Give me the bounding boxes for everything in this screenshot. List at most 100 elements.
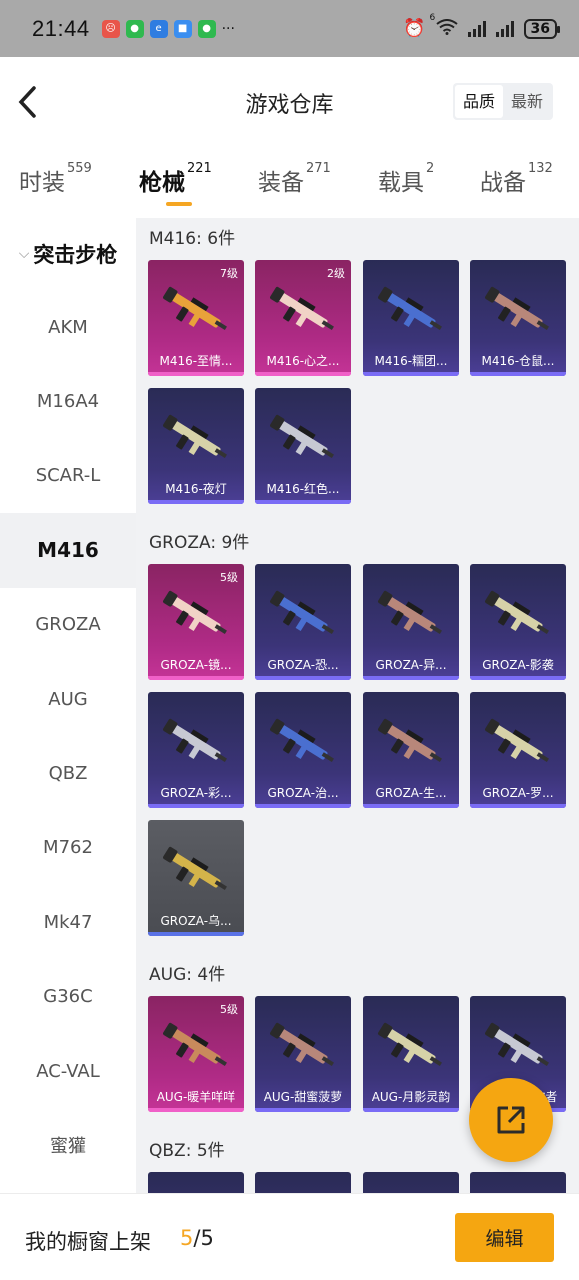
skin-card[interactable]: [363, 1172, 459, 1193]
skin-name: GROZA-治...: [267, 786, 339, 800]
weapon-icon: [270, 1022, 334, 1067]
skin-name: GROZA-乌...: [160, 914, 232, 928]
rarity-strip: [470, 676, 566, 680]
sidebar-item-honey-badger[interactable]: 蜜獾: [0, 1108, 136, 1182]
tab-label: 载具: [378, 170, 424, 196]
sidebar-item-m762[interactable]: M762: [0, 811, 136, 885]
header: 游戏仓库 品质 最新: [0, 57, 579, 149]
tab-count: 559: [67, 161, 92, 176]
sort-newest-button[interactable]: 最新: [503, 85, 551, 118]
skin-card[interactable]: AUG-甜蜜菠萝: [255, 996, 351, 1112]
skin-card[interactable]: GROZA-生...: [363, 692, 459, 808]
weapon-icon: [270, 414, 334, 459]
skin-name: M416-红色...: [266, 482, 340, 496]
skin-name: M416-夜灯: [165, 482, 227, 496]
tab-count: 221: [187, 161, 212, 176]
sidebar-item-groza[interactable]: GROZA: [0, 588, 136, 662]
skin-name: GROZA-彩...: [160, 786, 232, 800]
weapon-icon: [485, 718, 549, 763]
weapon-icon: [485, 286, 549, 331]
weapon-icon: [485, 590, 549, 635]
skin-card[interactable]: GROZA-乌...: [148, 820, 244, 936]
sidebar-item-m416[interactable]: M416: [0, 513, 136, 588]
weapon-icon: [163, 718, 227, 763]
skin-card[interactable]: M416-夜灯: [148, 388, 244, 504]
weapon-icon: [163, 846, 227, 891]
rarity-strip: [148, 1108, 244, 1112]
category-tabs: 时装559 枪械221 装备271 载具2 战备132: [0, 149, 579, 218]
rarity-strip: [255, 1108, 351, 1112]
signal-icon: [495, 20, 514, 37]
weapon-icon: [270, 718, 334, 763]
skin-card[interactable]: [255, 1172, 351, 1193]
rarity-strip: [363, 676, 459, 680]
tab-fashion[interactable]: 时装559: [19, 161, 92, 197]
sidebar-item-akm[interactable]: AKM: [0, 290, 136, 364]
rarity-strip: [363, 1108, 459, 1112]
skin-name: GROZA-恐...: [267, 658, 339, 672]
skin-name: M416-至情...: [159, 354, 233, 368]
skin-card[interactable]: GROZA-彩...: [148, 692, 244, 808]
group-title: AUG: 4件: [149, 965, 226, 985]
rarity-strip: [363, 804, 459, 808]
skin-card[interactable]: M416-红色...: [255, 388, 351, 504]
tab-count: 2: [426, 161, 435, 176]
tab-weapons[interactable]: 枪械221: [139, 161, 212, 197]
sort-quality-button[interactable]: 品质: [454, 85, 503, 118]
weapon-icon: [163, 414, 227, 459]
weapon-sidebar: ⌵ 突击步枪 AKM M16A4 SCAR-L M416 GROZA AUG Q…: [0, 218, 136, 1193]
sort-toggle: 品质 最新: [452, 83, 553, 120]
skin-card[interactable]: AUG-月影灵韵: [363, 996, 459, 1112]
weapon-icon: [485, 1022, 549, 1067]
skin-card[interactable]: GROZA-罗...: [470, 692, 566, 808]
skin-name: GROZA-生...: [375, 786, 447, 800]
status-bar: 21:44 ☹ ● e ■ ● ··· ⏰ 6 36: [0, 0, 579, 57]
skin-card[interactable]: 2级 M416-心之...: [255, 260, 351, 376]
tab-label: 战备: [480, 170, 526, 196]
sidebar-item-mk47[interactable]: Mk47: [0, 885, 136, 959]
skin-card[interactable]: 5级 AUG-暖羊咩咩: [148, 996, 244, 1112]
wechat-icon: ●: [197, 19, 216, 38]
sidebar-item-scar-l[interactable]: SCAR-L: [0, 439, 136, 513]
skin-name: GROZA-影袭: [482, 658, 554, 672]
tab-label: 装备: [258, 170, 304, 196]
skin-card[interactable]: GROZA-治...: [255, 692, 351, 808]
sidebar-item-ac-val[interactable]: AC-VAL: [0, 1034, 136, 1108]
group-title: GROZA: 9件: [149, 533, 250, 553]
skin-name: GROZA-镜...: [160, 658, 232, 672]
skin-card[interactable]: M416-仓鼠...: [470, 260, 566, 376]
tab-equipment[interactable]: 装备271: [258, 161, 331, 197]
wechat-icon: ●: [125, 19, 144, 38]
group-title: M416: 6件: [149, 229, 236, 249]
skin-card[interactable]: GROZA-恐...: [255, 564, 351, 680]
skin-level: 5级: [220, 571, 238, 584]
skin-name: AUG-月影灵韵: [371, 1090, 451, 1104]
weapon-icon: [270, 286, 334, 331]
rarity-strip: [470, 372, 566, 376]
tab-supplies[interactable]: 战备132: [480, 161, 553, 197]
share-button[interactable]: [469, 1078, 553, 1162]
skin-card[interactable]: M416-糯团...: [363, 260, 459, 376]
skin-card[interactable]: [148, 1172, 244, 1193]
showcase-count-total: 5: [200, 1226, 214, 1250]
active-tab-indicator: [166, 202, 192, 206]
weapon-icon: [378, 286, 442, 331]
showcase-count-current: 5: [180, 1226, 194, 1250]
sidebar-item-qbz[interactable]: QBZ: [0, 736, 136, 810]
sidebar-item-aug[interactable]: AUG: [0, 662, 136, 736]
sidebar-item-m16a4[interactable]: M16A4: [0, 364, 136, 438]
rarity-strip: [255, 372, 351, 376]
skin-card[interactable]: GROZA-影袭: [470, 564, 566, 680]
skin-name: AUG-甜蜜菠萝: [263, 1090, 343, 1104]
edit-button[interactable]: 编辑: [455, 1213, 554, 1262]
skin-card[interactable]: 7级 M416-至情...: [148, 260, 244, 376]
wifi-label: 6: [429, 12, 436, 23]
skin-card[interactable]: 5级 GROZA-镜...: [148, 564, 244, 680]
sidebar-category-assault-rifle[interactable]: ⌵ 突击步枪: [0, 218, 136, 290]
skin-card[interactable]: GROZA-异...: [363, 564, 459, 680]
sidebar-item-g36c[interactable]: G36C: [0, 960, 136, 1034]
weapon-icon: [378, 718, 442, 763]
skin-card[interactable]: [470, 1172, 566, 1193]
rarity-strip: [148, 676, 244, 680]
tab-vehicles[interactable]: 载具2: [378, 161, 435, 197]
